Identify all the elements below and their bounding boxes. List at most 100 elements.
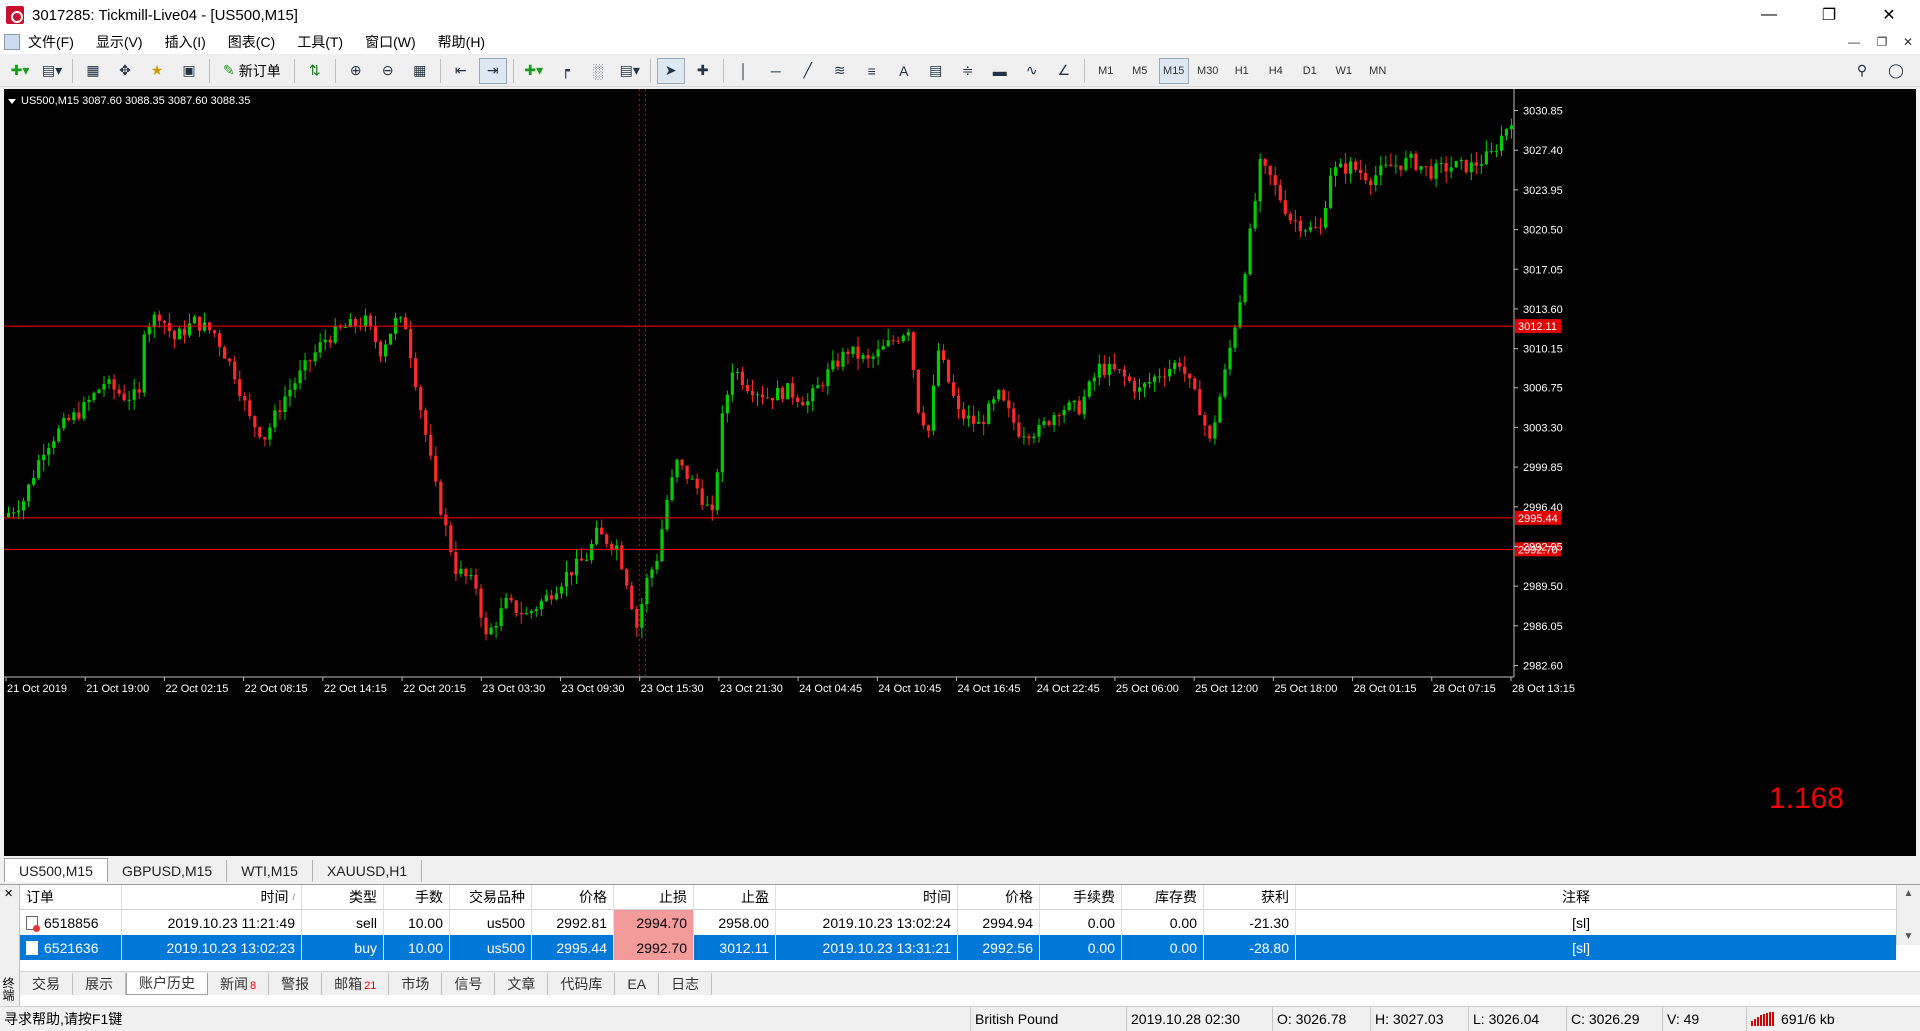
buy-order-icon: [26, 940, 38, 955]
price-chart[interactable]: US500,M15 3087.60 3088.35 3087.60 3088.3…: [4, 89, 1916, 856]
column-header[interactable]: 价格: [958, 884, 1040, 910]
column-header[interactable]: 类型: [302, 884, 384, 910]
fibo-fan-icon[interactable]: ≑: [954, 58, 982, 84]
chart-shift-icon[interactable]: ⇤: [447, 58, 475, 84]
terminal-close-icon[interactable]: ✕: [4, 887, 13, 900]
menu-tools[interactable]: 工具(T): [286, 30, 354, 54]
market-watch-button[interactable]: ▦: [79, 58, 107, 84]
tab-signals[interactable]: 信号: [442, 972, 496, 995]
menu-insert[interactable]: 插入(I): [154, 30, 217, 54]
column-header[interactable]: 库存费: [1122, 884, 1204, 910]
column-header[interactable]: 价格: [532, 884, 614, 910]
vertical-line-icon[interactable]: │: [730, 58, 758, 84]
terminal-scrollbar[interactable]: ▲ ▼: [1896, 885, 1920, 945]
tile-windows-icon[interactable]: ▦: [406, 58, 434, 84]
chart-tab-us500[interactable]: US500,M15: [4, 858, 108, 882]
column-header[interactable]: 时间 /: [122, 884, 302, 910]
candle-body: [1007, 400, 1011, 409]
mdi-restore-button[interactable]: ❐: [1872, 33, 1892, 51]
gann-icon[interactable]: ∠: [1050, 58, 1078, 84]
menu-file[interactable]: 文件(F): [0, 30, 85, 54]
table-row[interactable]: 6518856 2019.10.23 11:21:49 sell 10.00 u…: [20, 910, 1896, 935]
column-header[interactable]: 止损: [614, 884, 694, 910]
tab-journal[interactable]: 日志: [659, 972, 713, 995]
column-header[interactable]: 手数: [384, 884, 450, 910]
tab-articles[interactable]: 文章: [495, 972, 549, 995]
timeframe-h1[interactable]: H1: [1227, 58, 1257, 84]
column-header[interactable]: 获利: [1204, 884, 1296, 910]
cursor-icon[interactable]: ➤: [656, 57, 685, 84]
timeframe-d1[interactable]: D1: [1295, 58, 1325, 84]
bar-chart-icon[interactable]: ┍: [552, 58, 580, 84]
menu-view[interactable]: 显示(V): [85, 30, 154, 54]
chart-tab-xauusd[interactable]: XAUUSD,H1: [313, 860, 423, 882]
scroll-up-icon[interactable]: ▲: [1904, 888, 1914, 899]
community-icon[interactable]: ◯: [1882, 58, 1910, 84]
restore-button[interactable]: ❐: [1806, 0, 1852, 30]
chart-tab-gbpusd[interactable]: GBPUSD,M15: [108, 860, 228, 882]
timeframe-m5[interactable]: M5: [1125, 58, 1155, 84]
autotrading-button[interactable]: ⇅: [301, 58, 329, 84]
tab-code-base[interactable]: 代码库: [548, 972, 616, 995]
candle-body: [157, 314, 161, 321]
timeframe-m30[interactable]: M30: [1193, 58, 1223, 84]
mdi-close-button[interactable]: ✕: [1898, 33, 1918, 51]
tab-alerts[interactable]: 警报: [269, 972, 323, 995]
candle-chart-icon[interactable]: ░: [584, 58, 612, 84]
column-header[interactable]: 时间: [776, 884, 958, 910]
minimize-button[interactable]: —: [1746, 0, 1792, 30]
autoscroll-icon[interactable]: ⇥: [478, 57, 507, 84]
equidistant-channel-icon[interactable]: ≋: [826, 58, 854, 84]
tab-news[interactable]: 新闻 8: [208, 972, 270, 995]
column-header[interactable]: 手续费: [1040, 884, 1122, 910]
candle-body: [434, 455, 438, 482]
chart-tab-wti[interactable]: WTI,M15: [227, 860, 313, 882]
column-header[interactable]: 订单: [20, 884, 122, 910]
horizontal-line-icon[interactable]: ─: [762, 58, 790, 84]
timeframe-h4[interactable]: H4: [1261, 58, 1291, 84]
chart-canvas[interactable]: 3012.112995.442992.703030.853027.403023.…: [4, 89, 1916, 856]
column-header[interactable]: 止盈: [694, 884, 776, 910]
new-chart-button[interactable]: ✚▾: [6, 58, 34, 84]
arrows-icon[interactable]: ∿: [1018, 58, 1046, 84]
tab-trade[interactable]: 交易: [20, 972, 73, 995]
tab-experts[interactable]: EA: [615, 972, 660, 995]
indicators-button[interactable]: ✚▾: [520, 58, 548, 84]
favorites-button[interactable]: ★: [143, 58, 171, 84]
menu-window[interactable]: 窗口(W): [354, 30, 427, 54]
tab-market[interactable]: 市场: [389, 972, 443, 995]
fibonacci-icon[interactable]: ≡: [858, 58, 886, 84]
crosshair-icon[interactable]: ✚: [689, 58, 717, 84]
rectangle-icon[interactable]: ▬: [986, 58, 1014, 84]
candle-body: [1293, 220, 1297, 222]
tab-mailbox[interactable]: 邮箱 21: [322, 972, 390, 995]
scroll-down-icon[interactable]: ▼: [1904, 931, 1914, 942]
status-profile[interactable]: British Pound: [970, 1007, 1126, 1031]
time-tick-label: 23 Oct 21:30: [720, 683, 783, 695]
close-button[interactable]: ✕: [1866, 0, 1912, 30]
table-row[interactable]: 6521636 2019.10.23 13:02:23 buy 10.00 us…: [20, 935, 1896, 960]
zoom-in-icon[interactable]: ⊕: [342, 58, 370, 84]
timeframe-mn[interactable]: MN: [1363, 58, 1393, 84]
text-label-icon[interactable]: ▤: [922, 58, 950, 84]
timeframe-m1[interactable]: M1: [1091, 58, 1121, 84]
column-header[interactable]: 交易品种: [450, 884, 532, 910]
zoom-out-icon[interactable]: ⊖: [374, 58, 402, 84]
tab-exposure[interactable]: 展示: [73, 972, 126, 995]
new-order-button[interactable]: ✎ 新订单: [216, 58, 288, 84]
menu-charts[interactable]: 图表(C): [217, 30, 286, 54]
text-icon[interactable]: A: [890, 58, 918, 84]
mdi-minimize-button[interactable]: —: [1844, 33, 1864, 51]
navigator-button[interactable]: ✥: [111, 58, 139, 84]
search-icon[interactable]: ⚲: [1848, 58, 1876, 84]
status-connection[interactable]: 691/6 kb: [1746, 1007, 1920, 1031]
terminal-button[interactable]: ▣: [175, 58, 203, 84]
column-header[interactable]: 注释: [1296, 885, 1596, 910]
timeframe-m15[interactable]: M15: [1158, 57, 1189, 84]
menu-help[interactable]: 帮助(H): [427, 30, 496, 54]
trendline-icon[interactable]: ╱: [794, 58, 822, 84]
templates-button[interactable]: ▤▾: [616, 58, 644, 84]
tab-account-history[interactable]: 账户历史: [126, 972, 208, 995]
timeframe-w1[interactable]: W1: [1329, 58, 1359, 84]
profiles-button[interactable]: ▤▾: [38, 58, 66, 84]
